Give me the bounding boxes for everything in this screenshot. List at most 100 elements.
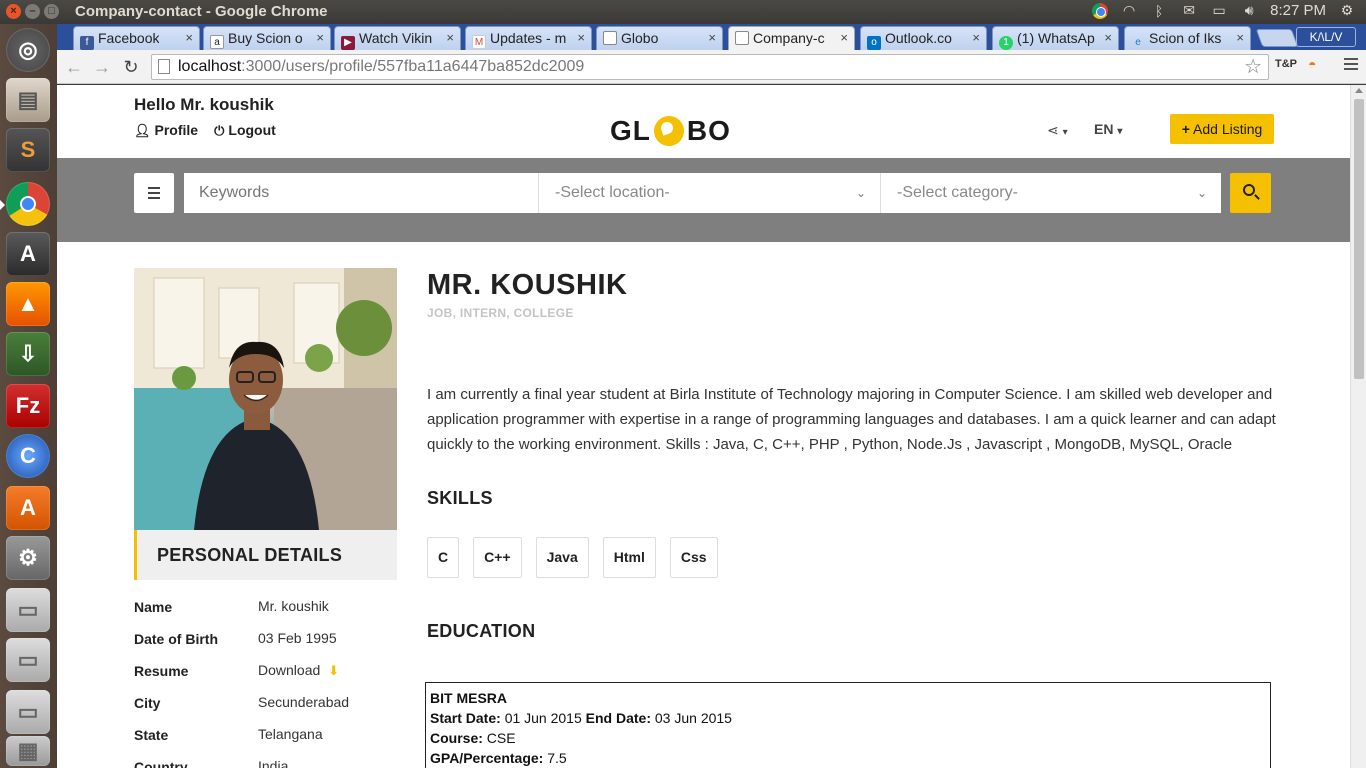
rainbow-extension-icon[interactable]: ◓	[1308, 56, 1316, 72]
bluetooth-icon[interactable]: ᛒ	[1150, 3, 1168, 19]
profile-link[interactable]: 👤︎ Profile	[134, 122, 198, 139]
drive-icon[interactable]: ▭	[6, 638, 50, 682]
page-info-icon[interactable]	[158, 59, 170, 74]
browser-globe-icon[interactable]: C	[6, 434, 50, 478]
keywords-input[interactable]	[184, 173, 538, 213]
mail-icon[interactable]: ✉	[1180, 2, 1198, 19]
resume-download-link[interactable]: Download ⬇	[258, 662, 339, 679]
globe-icon	[653, 116, 684, 146]
wifi-icon[interactable]: ◠	[1120, 2, 1138, 19]
skill-tag: C++	[473, 537, 522, 578]
tab-scion-of-ikshvaku[interactable]: e Scion of Iks ×	[1124, 26, 1251, 50]
detail-row-country: Country India	[134, 758, 289, 768]
download-icon[interactable]: ⬇	[328, 663, 339, 679]
sublime-text-icon[interactable]: S	[6, 128, 50, 172]
language-dropdown[interactable]: EN ▾	[1094, 121, 1122, 137]
hamburger-menu-button[interactable]	[134, 173, 174, 213]
ubuntu-dash-icon[interactable]: ◎	[6, 28, 50, 72]
filezilla-icon[interactable]: Fz	[6, 384, 50, 428]
tab-strip: f Facebook × a Buy Scion o × ▶ Watch Vikin × M…	[57, 24, 1366, 51]
skills-list: C C++ Java Html Css	[427, 537, 718, 578]
software-center-icon[interactable]: A	[6, 486, 50, 530]
close-icon[interactable]: ×	[577, 30, 585, 45]
education-heading: EDUCATION	[427, 621, 536, 641]
scroll-up-arrow-icon[interactable]	[1355, 88, 1363, 93]
search-button[interactable]	[1230, 173, 1271, 213]
bookmark-star-icon[interactable]: ☆	[1244, 55, 1262, 79]
close-icon[interactable]: ×	[185, 30, 193, 45]
file-manager-icon[interactable]: ▤	[6, 78, 50, 122]
tab-whatsapp[interactable]: 1 (1) WhatsAp ×	[992, 26, 1119, 50]
scrollbar-thumb[interactable]	[1354, 99, 1364, 379]
skills-heading: SKILLS	[427, 488, 493, 508]
chrome-launcher-icon[interactable]	[6, 182, 50, 226]
window-close-button[interactable]: ×	[6, 4, 21, 19]
close-icon[interactable]: ×	[972, 30, 980, 45]
drive-icon[interactable]: ▭	[6, 690, 50, 734]
tab-gmail[interactable]: M Updates - m ×	[465, 26, 592, 50]
user-icon: 👤︎	[134, 123, 151, 138]
tab-amazon[interactable]: a Buy Scion o ×	[203, 26, 331, 50]
site-logo[interactable]: GL BO	[610, 115, 731, 147]
url-path: :3000/users/profile/557fba11a6447ba852dc…	[241, 58, 585, 75]
tab-outlook[interactable]: o Outlook.co ×	[860, 26, 987, 50]
page-scrollbar[interactable]	[1350, 85, 1366, 768]
volume-icon[interactable]: 🔊︎	[1240, 2, 1258, 19]
close-icon[interactable]: ×	[1236, 30, 1244, 45]
skill-tag: Html	[602, 537, 656, 578]
close-icon[interactable]: ×	[1104, 30, 1112, 45]
page-icon	[735, 31, 749, 45]
skill-tag: Java	[535, 537, 589, 578]
share-dropdown[interactable]: ⋖ ▾	[1047, 122, 1068, 139]
vlc-icon[interactable]: ▲	[6, 282, 50, 326]
add-listing-button[interactable]: + Add Listing	[1170, 114, 1274, 144]
close-icon[interactable]: ×	[708, 30, 716, 45]
download-terminal-icon[interactable]: ⇩	[6, 332, 50, 376]
back-button[interactable]: ←	[63, 56, 85, 78]
window-title: Company-contact - Google Chrome	[75, 3, 328, 20]
chevron-down-icon: ▾	[1062, 127, 1068, 138]
address-bar[interactable]: localhost:3000/users/profile/557fba11a64…	[151, 54, 1269, 80]
tab-company-contact[interactable]: Company-c ×	[728, 26, 855, 51]
personal-details-header: PERSONAL DETAILS	[134, 530, 397, 580]
outlook-icon: o	[867, 36, 881, 50]
software-updater-icon[interactable]: A	[6, 232, 50, 276]
search-icon	[1243, 184, 1255, 196]
trash-icon[interactable]: ▦	[6, 736, 50, 766]
new-tab-button[interactable]	[1255, 29, 1299, 47]
reload-button[interactable]: ↻	[120, 56, 142, 78]
close-icon[interactable]: ×	[446, 30, 454, 45]
close-icon[interactable]: ×	[316, 30, 324, 45]
video-icon: ▶	[341, 36, 355, 50]
drive-icon[interactable]: ▭	[6, 588, 50, 632]
window-maximize-button[interactable]: □	[44, 4, 59, 19]
category-select[interactable]: -Select category- ⌄	[880, 173, 1221, 213]
tab-facebook[interactable]: f Facebook ×	[73, 26, 200, 50]
close-icon[interactable]: ×	[840, 30, 848, 45]
launcher: ◎ ▤ S A ▲ ⇩ Fz C A ⚙ ▭ ▭ ▭ ▦	[0, 24, 57, 768]
ie-icon: e	[1135, 37, 1141, 48]
chrome-menu-icon[interactable]	[1344, 58, 1358, 73]
education-gpa: 7.5	[547, 750, 567, 766]
tab-globo[interactable]: Globo ×	[596, 26, 723, 50]
chrome-tray-icon[interactable]	[1092, 2, 1109, 19]
tnp-extension-icon[interactable]: T&P	[1275, 58, 1297, 70]
skill-tag: Css	[669, 537, 718, 578]
system-settings-icon[interactable]: ⚙	[6, 536, 50, 580]
location-select[interactable]: -Select location- ⌄	[538, 173, 880, 213]
whatsapp-icon: 1	[999, 36, 1013, 50]
logout-link[interactable]: ⏻ Logout	[214, 122, 276, 139]
clock[interactable]: 8:27 PM	[1270, 2, 1326, 19]
tab-watch-vikings[interactable]: ▶ Watch Vikin ×	[334, 26, 461, 50]
battery-icon[interactable]: ▭	[1210, 2, 1228, 19]
settings-gear-icon[interactable]: ⚙	[1338, 2, 1356, 19]
browser-profile-badge[interactable]: K/\L/V	[1296, 27, 1356, 47]
detail-row-resume: Resume Download ⬇	[134, 662, 340, 679]
profile-tags: JOB, INTERN, COLLEGE	[427, 306, 574, 320]
amazon-icon: a	[210, 35, 224, 49]
power-icon: ⏻	[214, 123, 225, 138]
forward-button[interactable]: →	[91, 56, 113, 78]
window-minimize-button[interactable]: –	[25, 4, 40, 19]
active-app-indicator	[0, 200, 5, 210]
search-bar: -Select location- ⌄ -Select category- ⌄	[57, 158, 1350, 242]
